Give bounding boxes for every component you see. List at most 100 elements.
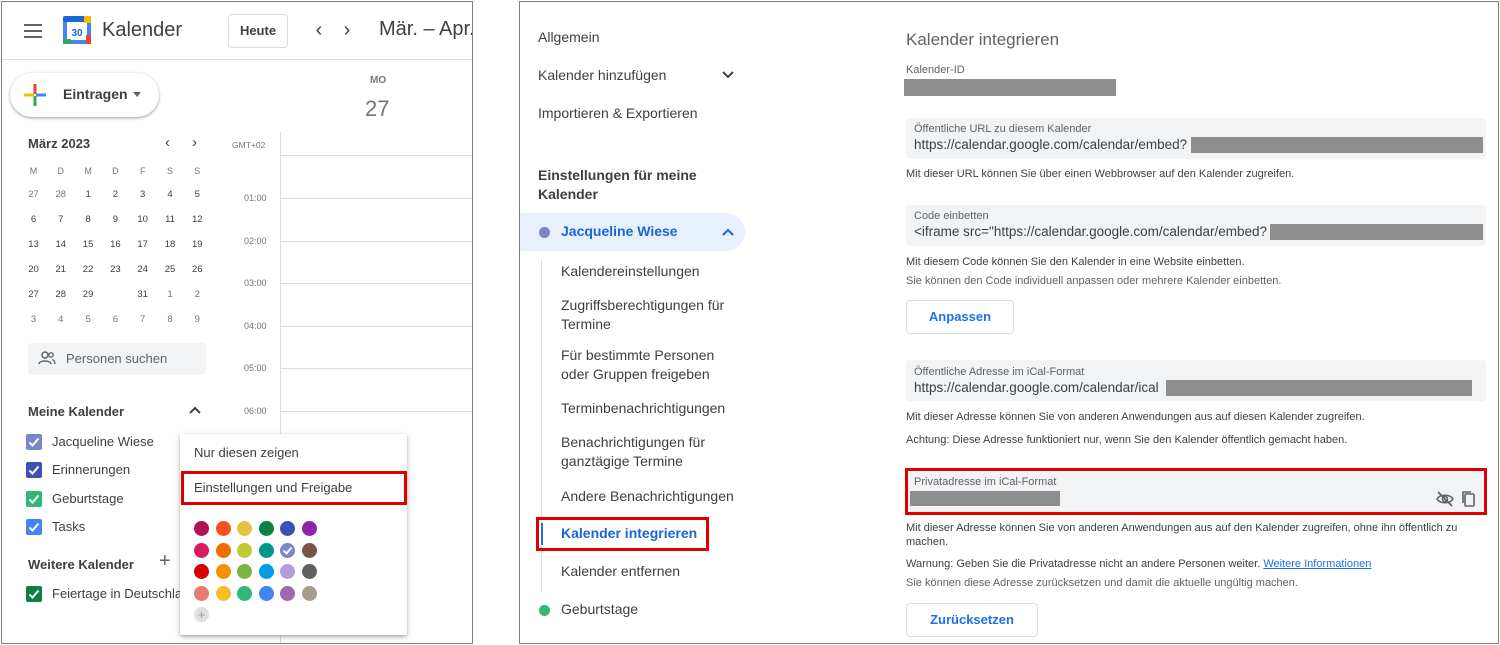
other-calendars-title[interactable]: Weitere Kalender: [28, 557, 134, 572]
mini-day[interactable]: 6: [20, 209, 47, 231]
color-swatch[interactable]: [215, 564, 231, 579]
mini-day[interactable]: 3: [129, 184, 156, 206]
nav-birthdays[interactable]: Geburtstage: [561, 601, 638, 617]
customize-button[interactable]: Anpassen: [906, 300, 1014, 334]
color-swatch[interactable]: [237, 542, 252, 558]
create-button[interactable]: Eintragen: [10, 73, 159, 117]
more-info-link[interactable]: Weitere Informationen: [1263, 558, 1371, 570]
checkbox-checked-icon[interactable]: [26, 490, 42, 507]
color-swatch[interactable]: [237, 521, 252, 536]
nav-import-export[interactable]: Importieren & Exportieren: [538, 105, 698, 121]
mini-day[interactable]: 2: [184, 284, 211, 306]
nav-remove-calendar[interactable]: Kalender entfernen: [561, 563, 680, 579]
nav-sub-item[interactable]: Für bestimmte Personen oder Gruppen freig…: [561, 346, 714, 384]
mini-day[interactable]: 20: [20, 259, 47, 281]
mini-next-month-icon[interactable]: ›: [192, 134, 197, 151]
day-header-date[interactable]: 27: [365, 96, 389, 122]
menu-item-only-this[interactable]: Nur diesen zeigen: [194, 445, 299, 460]
color-swatch[interactable]: [194, 564, 209, 579]
mini-day[interactable]: 4: [157, 184, 184, 206]
mini-day-today[interactable]: 30: [102, 284, 129, 306]
color-swatch[interactable]: [194, 521, 209, 536]
mini-day[interactable]: 11: [157, 209, 184, 231]
my-calendars-title[interactable]: Meine Kalender: [28, 404, 124, 419]
nav-general[interactable]: Allgemein: [538, 29, 599, 45]
mini-day[interactable]: 7: [129, 309, 156, 331]
mini-day[interactable]: 24: [129, 259, 156, 281]
checkbox-checked-icon[interactable]: [26, 586, 42, 602]
color-swatch[interactable]: [215, 521, 231, 536]
mini-day[interactable]: 1: [75, 184, 102, 206]
mini-day[interactable]: 25: [157, 259, 184, 281]
color-swatch[interactable]: [258, 542, 274, 558]
mini-day[interactable]: 10: [129, 209, 156, 231]
mini-day[interactable]: 22: [75, 259, 102, 281]
color-swatch[interactable]: [215, 542, 231, 558]
public-url-value[interactable]: https://calendar.google.com/calendar/emb…: [914, 137, 1187, 152]
mini-day[interactable]: 3: [20, 309, 47, 331]
add-custom-color-icon[interactable]: +: [194, 607, 209, 622]
nav-sub-item[interactable]: Andere Benachrichtigungen: [561, 487, 734, 506]
mini-day[interactable]: 9: [102, 209, 129, 231]
search-people-input[interactable]: Personen suchen: [28, 343, 206, 375]
ical-public-value[interactable]: https://calendar.google.com/calendar/ica…: [914, 380, 1159, 395]
color-swatch[interactable]: [280, 585, 295, 601]
reset-button[interactable]: Zurücksetzen: [906, 603, 1038, 637]
mini-day[interactable]: 13: [20, 234, 47, 256]
chevron-up-icon[interactable]: [721, 227, 735, 237]
mini-day[interactable]: 1: [157, 284, 184, 306]
mini-day[interactable]: 17: [129, 234, 156, 256]
color-swatch[interactable]: [301, 521, 317, 536]
mini-day[interactable]: 6: [102, 309, 129, 331]
color-swatch[interactable]: [215, 585, 231, 601]
color-swatch[interactable]: [280, 564, 295, 579]
chevron-up-icon[interactable]: [188, 405, 202, 415]
mini-day[interactable]: 4: [47, 309, 74, 331]
mini-day[interactable]: 14: [47, 234, 74, 256]
nav-sub-item[interactable]: Terminbenachrichtigungen: [561, 399, 725, 418]
mini-day[interactable]: 27: [20, 184, 47, 206]
main-menu-icon[interactable]: [24, 24, 44, 38]
chevron-down-icon[interactable]: [721, 70, 735, 80]
color-swatch[interactable]: [301, 585, 317, 601]
add-other-calendar-icon[interactable]: +: [159, 550, 171, 573]
mini-day[interactable]: 15: [75, 234, 102, 256]
mini-day[interactable]: 7: [47, 209, 74, 231]
nav-sub-item[interactable]: Zugriffsberechtigungen für Termine: [561, 296, 724, 334]
next-week-icon[interactable]: ›: [337, 20, 357, 40]
mini-day[interactable]: 2: [102, 184, 129, 206]
prev-week-icon[interactable]: ‹: [309, 20, 329, 40]
color-swatch[interactable]: [258, 521, 274, 536]
nav-add-calendar[interactable]: Kalender hinzufügen: [538, 67, 666, 83]
color-swatch[interactable]: [237, 564, 252, 579]
mini-day[interactable]: 12: [184, 209, 211, 231]
embed-code-value[interactable]: <iframe src="https://calendar.google.com…: [914, 224, 1267, 239]
checkbox-checked-icon[interactable]: [26, 462, 42, 479]
color-swatch[interactable]: [301, 542, 317, 558]
mini-day[interactable]: 8: [75, 209, 102, 231]
mini-day[interactable]: 21: [47, 259, 74, 281]
mini-day[interactable]: 28: [47, 284, 74, 306]
mini-day[interactable]: 16: [102, 234, 129, 256]
color-swatch[interactable]: [237, 585, 252, 601]
mini-day[interactable]: 19: [184, 234, 211, 256]
mini-day[interactable]: 5: [75, 309, 102, 331]
calendar-id-redacted[interactable]: [904, 79, 1116, 96]
color-swatch[interactable]: [258, 585, 274, 601]
mini-day[interactable]: 29: [75, 284, 102, 306]
mini-day[interactable]: 9: [184, 309, 211, 331]
mini-prev-month-icon[interactable]: ‹: [165, 134, 170, 151]
mini-day[interactable]: 27: [20, 284, 47, 306]
color-swatch[interactable]: [280, 521, 295, 536]
color-swatch[interactable]: [301, 564, 317, 579]
mini-day[interactable]: 28: [47, 184, 74, 206]
checkbox-checked-icon[interactable]: [26, 434, 42, 450]
color-swatch[interactable]: [194, 585, 209, 601]
mini-day[interactable]: 5: [184, 184, 211, 206]
mini-day[interactable]: 8: [157, 309, 184, 331]
nav-sub-item[interactable]: Benachrichtigungen für ganztägige Termine: [561, 433, 705, 471]
color-swatch[interactable]: [280, 542, 295, 558]
checkbox-checked-icon[interactable]: [26, 518, 42, 535]
color-swatch[interactable]: [194, 542, 209, 558]
mini-day[interactable]: 18: [157, 234, 184, 256]
